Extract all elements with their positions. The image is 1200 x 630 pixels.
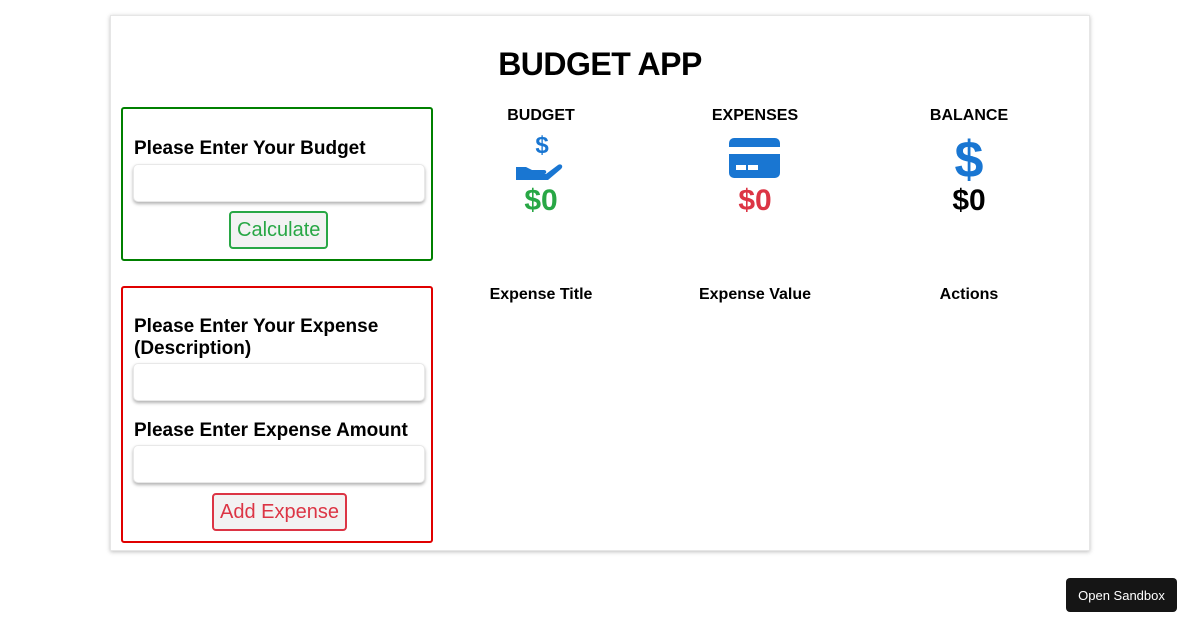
expenses-stat: EXPENSES $0	[675, 106, 835, 218]
budget-form: Please Enter Your Budget Calculate	[121, 107, 433, 261]
svg-text:$: $	[535, 133, 549, 159]
expenses-value: $0	[738, 184, 772, 217]
add-expense-button[interactable]: Add Expense	[212, 493, 347, 531]
budget-label: Please Enter Your Budget	[134, 138, 366, 159]
open-sandbox-button[interactable]: Open Sandbox	[1066, 578, 1177, 612]
expense-description-input[interactable]	[133, 363, 425, 401]
dollar-icon: $	[889, 132, 1049, 184]
expense-form: Please Enter Your Expense (Description) …	[121, 286, 433, 543]
budget-app-card: BUDGET APP Please Enter Your Budget Calc…	[110, 15, 1090, 551]
expense-description-label: Please Enter Your Expense (Description)	[134, 316, 379, 359]
budget-value: $0	[524, 184, 558, 217]
budget-stat-label: BUDGET	[507, 107, 575, 124]
svg-text:$: $	[955, 132, 984, 184]
balance-stat: BALANCE $ $0	[889, 106, 1049, 218]
budget-input[interactable]	[133, 164, 425, 202]
credit-card-icon	[675, 132, 835, 184]
hand-dollar-icon: $	[461, 132, 621, 184]
balance-stat-label: BALANCE	[929, 107, 1009, 124]
expense-amount-label: Please Enter Expense Amount	[134, 420, 408, 441]
column-header-expense-value: Expense Value	[698, 286, 812, 303]
page-title: BUDGET APP	[498, 46, 702, 82]
calculate-button[interactable]: Calculate	[229, 211, 329, 249]
budget-stat: BUDGET $ $0	[461, 106, 621, 218]
balance-value: $0	[952, 184, 986, 217]
expenses-stat-label: EXPENSES	[711, 107, 799, 124]
column-header-actions: Actions	[939, 286, 999, 303]
expense-amount-input[interactable]	[133, 445, 425, 483]
column-header-expense-title: Expense Title	[489, 286, 593, 303]
